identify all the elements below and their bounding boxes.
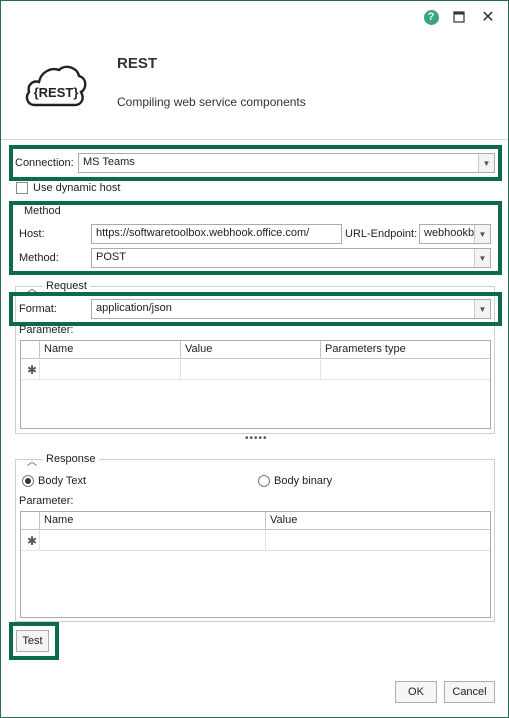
format-label: Format: xyxy=(19,303,57,315)
new-row[interactable]: ✱ xyxy=(21,531,490,551)
dialog-header: {REST} REST Compiling web service compon… xyxy=(1,33,508,139)
grid-header: Name Value xyxy=(21,512,490,530)
connection-combo[interactable]: MS Teams ▼ xyxy=(78,153,495,173)
cancel-button[interactable]: Cancel xyxy=(444,681,495,703)
url-endpoint-combo[interactable]: webhookb ▼ xyxy=(419,224,491,244)
grid-header: Name Value Parameters type xyxy=(21,341,490,359)
new-row-value-cell[interactable] xyxy=(180,360,320,380)
url-endpoint-label: URL-Endpoint: xyxy=(345,228,418,240)
dialog-subtitle: Compiling web service components xyxy=(117,95,306,109)
request-parameter-label: Parameter: xyxy=(19,324,74,336)
response-group-title: Response xyxy=(43,453,99,465)
use-dynamic-host-label: Use dynamic host xyxy=(33,182,121,194)
new-row-name-cell[interactable] xyxy=(39,531,265,551)
connection-label: Connection: xyxy=(15,157,74,169)
body-text-label: Body Text xyxy=(38,475,87,487)
use-dynamic-host-checkbox[interactable] xyxy=(16,182,28,194)
body-text-radio[interactable] xyxy=(22,475,34,487)
body-binary-radio[interactable] xyxy=(258,475,270,487)
new-row-icon: ✱ xyxy=(27,534,38,548)
new-row[interactable]: ✱ xyxy=(21,360,490,380)
chevron-down-icon[interactable]: ▼ xyxy=(474,249,490,267)
help-icon[interactable]: ? xyxy=(423,9,439,25)
response-parameter-grid[interactable]: Name Value ✱ xyxy=(20,511,491,618)
header-divider xyxy=(1,139,508,140)
connection-value: MS Teams xyxy=(83,156,135,168)
column-header-name[interactable]: Name xyxy=(39,512,265,530)
new-row-icon: ✱ xyxy=(27,363,38,377)
column-header-value[interactable]: Value xyxy=(180,341,320,359)
rest-dialog: ? ✕ {REST} REST Compiling web service co… xyxy=(0,0,509,718)
column-header-name[interactable]: Name xyxy=(39,341,180,359)
host-label: Host: xyxy=(19,228,45,240)
method-combo[interactable]: POST ▼ xyxy=(91,248,491,268)
chevron-down-icon[interactable]: ▼ xyxy=(474,300,490,318)
column-header-parameters-type[interactable]: Parameters type xyxy=(320,341,490,359)
url-endpoint-value: webhookb xyxy=(424,227,475,239)
collapse-chevron-icon[interactable]: ︿ xyxy=(27,453,37,468)
column-header-value[interactable]: Value xyxy=(265,512,490,530)
close-icon[interactable]: ✕ xyxy=(480,9,496,26)
splitter-handle[interactable]: ••••• xyxy=(245,433,268,444)
new-row-name-cell[interactable] xyxy=(39,360,180,380)
request-group-title: Request xyxy=(43,280,90,292)
chevron-down-icon[interactable]: ▼ xyxy=(474,225,490,243)
request-parameter-grid[interactable]: Name Value Parameters type ✱ xyxy=(20,340,491,429)
maximize-icon[interactable] xyxy=(451,9,467,25)
new-row-type-cell[interactable] xyxy=(320,360,490,380)
dialog-title: REST xyxy=(117,55,158,72)
format-value: application/json xyxy=(96,302,172,314)
method-label: Method: xyxy=(19,252,59,264)
method-group-title: Method xyxy=(21,205,64,217)
rest-cloud-logo: {REST} xyxy=(23,61,89,114)
format-combo[interactable]: application/json ▼ xyxy=(91,299,491,319)
new-row-value-cell[interactable] xyxy=(265,531,490,551)
host-input[interactable]: https://softwaretoolbox.webhook.office.c… xyxy=(91,224,342,244)
title-bar: ? ✕ xyxy=(1,1,508,33)
method-value: POST xyxy=(96,251,126,263)
logo-text: {REST} xyxy=(34,85,79,100)
test-button[interactable]: Test xyxy=(16,630,49,652)
chevron-down-icon[interactable]: ▼ xyxy=(478,154,494,172)
ok-button[interactable]: OK xyxy=(395,681,437,703)
response-parameter-label: Parameter: xyxy=(19,495,74,507)
body-binary-label: Body binary xyxy=(274,475,333,487)
help-glyph: ? xyxy=(423,9,439,25)
